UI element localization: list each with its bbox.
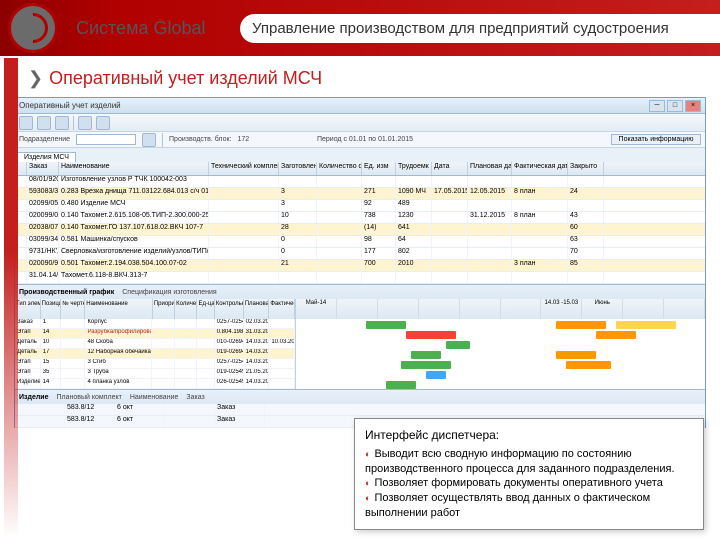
section-detail: Производственный график Спецификация изг… xyxy=(15,284,705,389)
table-row[interactable]: 02038/0730.140 Тахомет.ГО 137.107.618.02… xyxy=(15,224,705,236)
gantt-grid[interactable]: Тип элемПозиция№ чертежаНаименованиеПрио… xyxy=(15,299,295,389)
gantt-row[interactable]: Этап353 Труба019-02549410421.05.2015 xyxy=(15,369,295,379)
col-header[interactable]: Заготовлено xyxy=(279,162,317,175)
detail-tab-2[interactable]: Спецификация изготовления xyxy=(122,289,216,296)
toolbar xyxy=(15,114,705,132)
col-header[interactable]: Плановая дата xyxy=(468,162,512,175)
table-row[interactable]: 31.04.14/1Тахомет.6.118-8.ВКЧ.313-7 xyxy=(15,272,705,284)
system-title: Система Global xyxy=(76,18,206,39)
dept-input[interactable] xyxy=(76,134,136,145)
detail-tabs: Производственный график Спецификация изг… xyxy=(15,285,705,299)
bottom-tab-3[interactable]: Наименование xyxy=(130,394,179,401)
table-row[interactable]: 593083/30.283 Врезка днища 711.03122.684… xyxy=(15,188,705,200)
toolbar-icon-1[interactable] xyxy=(19,116,33,130)
table-row[interactable]: 020090/930.501 Тахомет.2.194.038.504.100… xyxy=(15,260,705,272)
tab-row: Изделия МСЧ xyxy=(15,148,705,162)
close-button[interactable]: × xyxy=(685,100,701,112)
callout-item-2: Позволяет формировать документы оператив… xyxy=(365,476,693,491)
detail-tab-1[interactable]: Производственный график xyxy=(19,289,114,296)
callout-item-1: Выводит всю сводную информацию по состоя… xyxy=(365,447,693,477)
gantt-bars xyxy=(296,319,705,389)
gantt-row[interactable]: Деталь1712 Наборная обечайка тонколистов… xyxy=(15,349,295,359)
callout-title: Интерфейс диспетчера: xyxy=(365,427,693,443)
toolbar-icon-3[interactable] xyxy=(55,116,69,130)
col-header[interactable]: Трудоемк xyxy=(396,162,432,175)
toolbar-icon-2[interactable] xyxy=(37,116,51,130)
col-header[interactable]: Ед. изм xyxy=(362,162,396,175)
callout-item-3: Позволяет осуществлять ввод данных о фак… xyxy=(365,491,693,521)
date-label: Период с 01.01 по 01.01.2015 xyxy=(317,136,413,143)
col-header[interactable]: Технический комплект xyxy=(209,162,279,175)
dept-dropdown-icon[interactable] xyxy=(142,133,156,147)
col-header[interactable]: Закрыто xyxy=(568,162,604,175)
filter-row: Подразделение Производств. блок: 172 Пер… xyxy=(15,132,705,148)
block-label: Производств. блок: xyxy=(169,136,231,143)
bottom-tab-2[interactable]: Плановый комплект xyxy=(57,394,122,401)
section-title: Оперативный учет изделий МСЧ xyxy=(28,68,720,89)
block-value: 172 xyxy=(238,136,250,143)
logo xyxy=(8,3,58,53)
maximize-button[interactable]: □ xyxy=(667,100,683,112)
decor-bar xyxy=(4,58,18,538)
table-row[interactable]: 03099/340.581 Машинка/спусков0986463 xyxy=(15,236,705,248)
toolbar-icon-5[interactable] xyxy=(96,116,110,130)
callout-box: Интерфейс диспетчера: Выводит всю сводну… xyxy=(354,418,704,530)
col-header[interactable]: Заказ xyxy=(27,162,59,175)
gantt-row[interactable]: Этап14Разрубка/профилирование0.804.19840… xyxy=(15,329,295,339)
slide-header: Система Global Управление производством … xyxy=(0,0,720,56)
gantt-row[interactable]: Этап153 Сгиб0257-02549410414.03.2015 xyxy=(15,359,295,369)
dept-label: Подразделение xyxy=(19,136,70,143)
col-header[interactable]: Наименование xyxy=(59,162,209,175)
table-row[interactable]: 9731/НК','ТОСверловка/изготовление издел… xyxy=(15,248,705,260)
header-subtitle: Управление производством для предприятий… xyxy=(240,14,720,43)
col-header[interactable]: Фактическая дата подг. xyxy=(512,162,568,175)
table-row[interactable]: 020099/0790.140 Тахомет.2.615.108-05.ТИП… xyxy=(15,212,705,224)
bottom-tab-4[interactable]: Заказ xyxy=(186,394,204,401)
col-header[interactable]: Количество фикт xyxy=(317,162,362,175)
app-window: Оперативный учет изделий ─ □ × Подраздел… xyxy=(14,97,706,428)
minimize-button[interactable]: ─ xyxy=(649,100,665,112)
table-row[interactable]: 08/01/920Изготовление узлов Р ТЧК 100042… xyxy=(15,176,705,188)
bottom-tab-1[interactable]: Изделие xyxy=(19,394,49,401)
gantt-row[interactable]: Заказ1Корпус0257-02549410402.03.2015 xyxy=(15,319,295,329)
gantt-row[interactable]: Деталь1048 Скоба010-026943414.03.201510.… xyxy=(15,339,295,349)
toolbar-icon-4[interactable] xyxy=(78,116,92,130)
gantt-row[interactable]: Изделие МСЧ144 планка узлов026-025494104… xyxy=(15,379,295,389)
titlebar[interactable]: Оперативный учет изделий ─ □ × xyxy=(15,98,705,114)
tab-main[interactable]: Изделия МСЧ xyxy=(17,152,76,162)
table-row[interactable]: 583.8/126 октЗаказ xyxy=(15,404,705,416)
main-grid[interactable]: ЗаказНаименованиеТехнический комплектЗаг… xyxy=(15,162,705,284)
gantt-chart[interactable]: Май-1414.03 -15.03Июнь xyxy=(295,299,705,389)
window-title: Оперативный учет изделий xyxy=(19,101,649,110)
table-row[interactable]: 02099/050.480 Изделие МСЧ392489 xyxy=(15,200,705,212)
show-button[interactable]: Показать информацию xyxy=(611,134,701,145)
col-header[interactable]: Дата xyxy=(432,162,468,175)
